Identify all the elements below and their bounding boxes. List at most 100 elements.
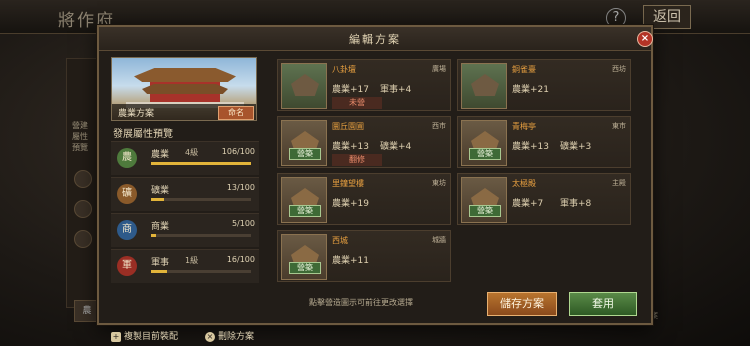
building-bonus: 軍事+8 <box>560 199 592 209</box>
building-status-tag: 未營 <box>332 97 382 109</box>
building-thumbnail[interactable] <box>461 63 507 109</box>
building-thumbnail[interactable]: 營築 <box>281 177 327 223</box>
stat-value: 106/100 <box>221 147 255 156</box>
copy-current-layout-button[interactable]: + 複製目前裝配 <box>111 329 178 343</box>
building-name: 里鐘望樓 <box>332 179 364 188</box>
building-card[interactable]: 營築 青梅亭 東市 農業+13 礦業+3 <box>457 116 631 168</box>
under-construction-badge: 營築 <box>289 262 321 274</box>
building-name: 青梅亭 <box>512 122 536 131</box>
building-bonus: 農業+11 <box>332 256 369 266</box>
building-grid: 八卦壇 廣場 農業+17 軍事+4 未營 營築 圜丘園圃 西市 農業+13 礦業… <box>277 59 637 291</box>
building-thumbnail[interactable] <box>281 63 327 109</box>
plan-summary-panel: 農業方案 命名 發展屬性預覽 農 農業 4級 106/100 礦 礦業 13/1… <box>109 57 261 342</box>
stat-name: 軍事 <box>151 258 170 268</box>
stat-progress-fill <box>151 162 251 165</box>
stat-name: 礦業 <box>151 186 170 196</box>
building-location: 西坊 <box>612 65 626 73</box>
building-card[interactable]: 銅雀臺 西坊 農業+21 <box>457 59 631 111</box>
building-location: 廣場 <box>432 65 446 73</box>
apply-button[interactable]: 套用 <box>569 292 637 316</box>
building-thumbnail[interactable]: 營築 <box>461 177 507 223</box>
stat-row-agriculture: 農 農業 4級 106/100 <box>111 141 259 175</box>
mining-icon: 礦 <box>117 184 137 204</box>
background-icon <box>74 200 92 218</box>
stat-progress-fill <box>151 198 164 201</box>
close-button[interactable]: × <box>637 31 653 47</box>
building-icon <box>291 74 319 96</box>
commerce-icon: 商 <box>117 220 137 240</box>
rename-button[interactable]: 命名 <box>218 106 254 120</box>
building-location: 城牆 <box>432 236 446 244</box>
background-icon <box>74 230 92 248</box>
building-name: 圜丘園圃 <box>332 122 364 131</box>
under-construction-badge: 營築 <box>469 148 501 160</box>
delete-label: 刪除方案 <box>218 332 255 342</box>
stat-value: 16/100 <box>226 255 255 264</box>
stat-value: 5/100 <box>231 219 255 228</box>
building-location: 西市 <box>432 122 446 130</box>
building-thumbnail[interactable]: 營築 <box>281 120 327 166</box>
building-name: 太極殿 <box>512 179 536 188</box>
building-bonus: 礦業+3 <box>560 142 592 152</box>
stat-name: 商業 <box>151 222 170 232</box>
plan-name-bar: 農業方案 命名 <box>112 104 256 120</box>
dialog-title: 編輯方案 <box>349 33 401 46</box>
under-construction-badge: 營築 <box>289 148 321 160</box>
building-name: 西城 <box>332 236 348 245</box>
stat-progress-bar <box>151 234 251 237</box>
building-location: 主殿 <box>612 179 626 187</box>
stat-value: 13/100 <box>226 183 255 192</box>
building-name: 銅雀臺 <box>512 65 536 74</box>
delete-icon: × <box>205 331 215 342</box>
building-bonus: 農業+17 <box>332 85 369 95</box>
stat-row-military: 軍 軍事 1級 16/100 <box>111 249 259 283</box>
plan-preview-image[interactable]: 農業方案 命名 <box>111 57 257 121</box>
building-card[interactable]: 營築 圜丘園圃 西市 農業+13 礦業+4 翻修 <box>277 116 451 168</box>
stat-level: 1級 <box>185 256 199 265</box>
edit-plan-dialog: 編輯方案 × 農業方案 命名 發展屬性預覽 農 農業 4級 106/100 礦 … <box>97 25 653 342</box>
stat-level: 4級 <box>185 148 199 157</box>
building-bonus: 軍事+4 <box>380 85 412 95</box>
save-plan-button[interactable]: 儲存方案 <box>487 292 557 316</box>
background-icon <box>74 170 92 188</box>
hint-text: 點擊營造圖示可前往更改選擇 <box>309 298 413 307</box>
building-location: 東市 <box>612 122 626 130</box>
building-bonus: 農業+13 <box>332 142 369 152</box>
stat-name: 農業 <box>151 150 170 160</box>
building-thumbnail[interactable]: 營築 <box>461 120 507 166</box>
building-bonus: 農業+21 <box>512 85 549 95</box>
building-bonus: 農業+13 <box>512 142 549 152</box>
stat-progress-bar <box>151 162 251 165</box>
attribute-preview-title: 發展屬性預覽 <box>113 129 173 140</box>
palace-roof-lower <box>142 84 228 94</box>
building-bonus: 農業+19 <box>332 199 369 209</box>
building-name: 八卦壇 <box>332 65 356 74</box>
building-card[interactable]: 營築 里鐘望樓 東坊 農業+19 <box>277 173 451 225</box>
building-status-tag: 翻修 <box>332 154 382 166</box>
building-card[interactable]: 營築 太極殿 主殿 農業+7 軍事+8 <box>457 173 631 225</box>
copy-label: 複製目前裝配 <box>124 332 179 342</box>
building-card[interactable]: 八卦壇 廣場 農業+17 軍事+4 未營 <box>277 59 451 111</box>
building-thumbnail[interactable]: 營築 <box>281 234 327 280</box>
stat-progress-bar <box>151 198 251 201</box>
agriculture-icon: 農 <box>117 148 137 168</box>
stat-progress-fill <box>151 234 156 237</box>
plan-name: 農業方案 <box>118 109 155 119</box>
under-construction-badge: 營築 <box>469 205 501 217</box>
building-location: 東坊 <box>432 179 446 187</box>
stat-progress-bar <box>151 270 251 273</box>
stat-row-commerce: 商 商業 5/100 <box>111 213 259 247</box>
stat-progress-fill <box>151 270 167 273</box>
under-construction-badge: 營築 <box>289 205 321 217</box>
plus-icon: + <box>111 331 121 342</box>
military-icon: 軍 <box>117 256 137 276</box>
background-side-text: 營建 屬性 預覽 <box>72 121 88 152</box>
building-icon <box>471 74 499 96</box>
building-bonus: 農業+7 <box>512 199 544 209</box>
building-card[interactable]: 營築 西城 城牆 農業+11 <box>277 230 451 282</box>
building-bonus: 礦業+4 <box>380 142 412 152</box>
palace-roof <box>134 68 236 82</box>
delete-plan-button[interactable]: × 刪除方案 <box>205 329 254 343</box>
dialog-header: 編輯方案 <box>99 27 651 51</box>
stat-row-mining: 礦 礦業 13/100 <box>111 177 259 211</box>
